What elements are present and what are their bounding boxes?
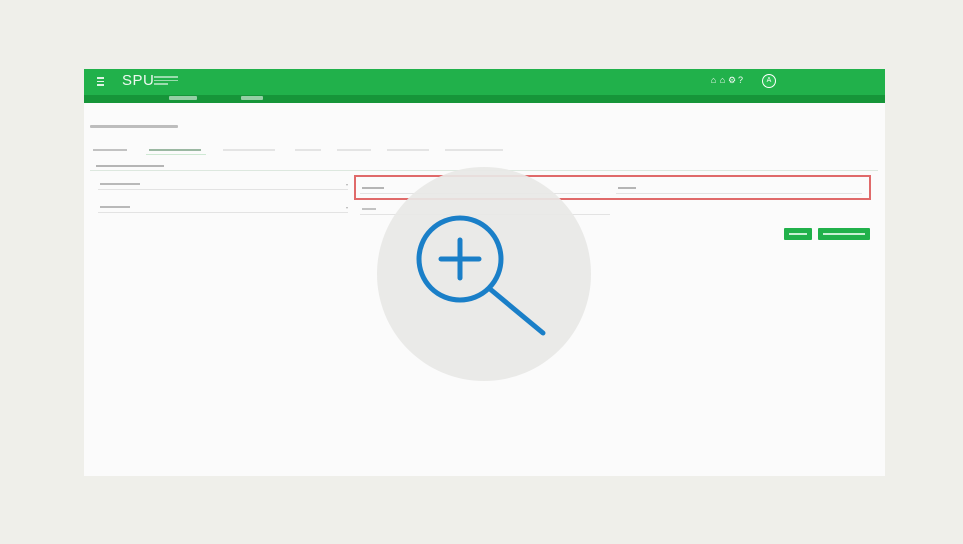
tab-6[interactable]	[384, 146, 432, 154]
form-select-2[interactable]	[98, 202, 348, 213]
tab-2[interactable]	[146, 146, 206, 155]
tab-5[interactable]	[334, 146, 374, 154]
nav-link-1[interactable]	[169, 96, 197, 100]
user-avatar[interactable]: A	[762, 74, 776, 88]
chevron-down-icon[interactable]: ▾	[346, 182, 348, 187]
home-icon[interactable]: ⌂	[710, 75, 717, 86]
chevron-down-icon[interactable]: ▾	[346, 205, 348, 210]
secondary-action-button[interactable]	[818, 228, 870, 240]
tab-7[interactable]	[442, 146, 506, 154]
home-icon[interactable]: ⌂	[719, 75, 726, 86]
help-icon[interactable]: ?	[737, 75, 744, 86]
hamburger-menu-icon[interactable]	[97, 77, 104, 86]
tab-4[interactable]	[292, 146, 324, 154]
gear-icon[interactable]: ⚙	[728, 75, 736, 86]
tab-3[interactable]	[220, 146, 280, 154]
primary-button[interactable]	[784, 228, 812, 240]
tab-bar	[90, 146, 590, 156]
topbar-icon-group: ⌂ ⌂ ⚙ ?	[710, 75, 744, 86]
brand-logo[interactable]: SPU	[122, 72, 154, 89]
nav-link-2[interactable]	[241, 96, 263, 100]
zoom-in-icon[interactable]	[413, 215, 551, 340]
brand-subtitle-mark	[154, 76, 178, 87]
tab-1[interactable]	[90, 146, 132, 154]
page-title	[90, 124, 180, 130]
top-app-bar: SPU ⌂ ⌂ ⚙ ? A	[84, 69, 885, 95]
page-title-text-shape	[90, 125, 178, 128]
top-navigation-bar	[84, 95, 885, 103]
form-select-1[interactable]	[98, 179, 348, 190]
